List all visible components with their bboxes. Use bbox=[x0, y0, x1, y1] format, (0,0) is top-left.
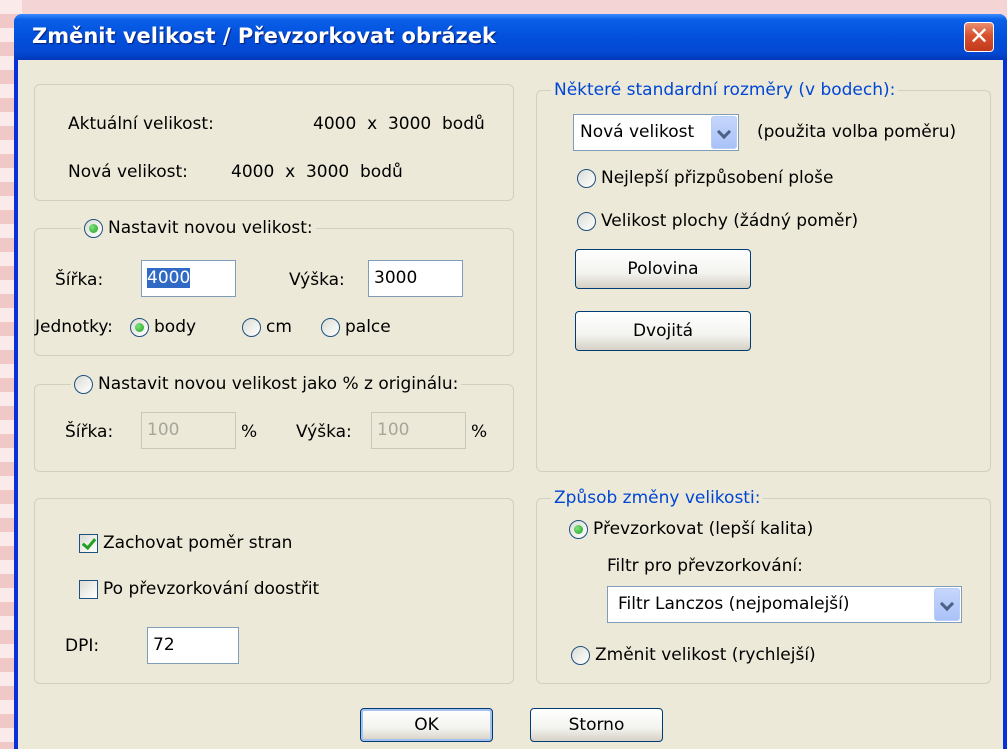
options-group: Zachovat poměr stran Po převzorkování do… bbox=[34, 498, 514, 684]
keep-ratio-checkbox[interactable] bbox=[79, 533, 98, 553]
size-preset-note: (použita volba poměru) bbox=[757, 122, 957, 142]
dialog-client: Aktuální velikost: 4000 x 3000 bodů Nová… bbox=[18, 60, 1003, 749]
resize-fast-radio[interactable] bbox=[571, 645, 590, 665]
unit-cm-radio[interactable] bbox=[242, 317, 261, 337]
resample-label: Převzorkovat (lepší kalita) bbox=[593, 519, 814, 539]
new-size-label: Nová velikost: bbox=[68, 162, 188, 182]
unit-body-radio[interactable] bbox=[130, 317, 149, 337]
keep-ratio-option[interactable]: Zachovat poměr stran bbox=[79, 533, 292, 553]
percent-width-label: Šířka: bbox=[65, 422, 114, 442]
best-fit-option[interactable]: Nejlepší přizpůsobení ploše bbox=[577, 168, 834, 188]
unit-palce-radio[interactable] bbox=[321, 317, 340, 337]
percent-height-label: Výška: bbox=[296, 422, 352, 442]
standard-sizes-legend: Některé standardní rozměry (v bodech): bbox=[551, 80, 899, 100]
width-input[interactable]: 4000 bbox=[141, 260, 236, 297]
percent-height-input[interactable]: 100 bbox=[371, 412, 466, 449]
sharpen-label: Po převzorkování doostřit bbox=[103, 579, 320, 599]
sharpen-checkbox[interactable] bbox=[79, 579, 98, 599]
resize-method-group: Způsob změny velikosti: Převzorkovat (le… bbox=[536, 488, 991, 684]
resize-method-legend: Způsob změny velikosti: bbox=[551, 488, 764, 508]
resize-fast-option[interactable]: Změnit velikost (rychlejší) bbox=[571, 645, 816, 665]
cancel-button[interactable]: Storno bbox=[530, 708, 663, 742]
dpi-label: DPI: bbox=[65, 636, 100, 656]
set-size-group: Nastavit novou velikost: Šířka: 4000 Výš… bbox=[34, 218, 514, 356]
unit-radio-body[interactable]: body bbox=[130, 317, 196, 337]
unit-cm-label: cm bbox=[266, 317, 292, 337]
current-size-value: 4000 x 3000 bodů bbox=[313, 114, 485, 134]
dpi-input[interactable]: 72 bbox=[147, 627, 239, 664]
unit-radio-cm[interactable]: cm bbox=[242, 317, 292, 337]
chevron-down-icon[interactable] bbox=[934, 588, 960, 621]
unit-radio-palce[interactable]: palce bbox=[321, 317, 391, 337]
set-size-radio-label: Nastavit novou velikost: bbox=[108, 218, 313, 238]
set-percent-radio-label: Nastavit novou velikost jako % z originá… bbox=[98, 374, 459, 394]
width-label: Šířka: bbox=[55, 270, 104, 290]
double-button[interactable]: Dvojitá bbox=[575, 311, 751, 351]
size-info-group: Aktuální velikost: 4000 x 3000 bodů Nová… bbox=[34, 84, 514, 201]
screen-size-option[interactable]: Velikost plochy (žádný poměr) bbox=[577, 211, 858, 231]
percent-height-sign: % bbox=[471, 422, 488, 442]
filter-value: Filtr Lanczos (nejpomalejší) bbox=[618, 594, 850, 614]
set-percent-group: Nastavit novou velikost jako % z originá… bbox=[34, 374, 514, 472]
screen-size-label: Velikost plochy (žádný poměr) bbox=[601, 211, 859, 231]
screen-size-radio[interactable] bbox=[577, 211, 596, 231]
unit-palce-label: palce bbox=[345, 317, 391, 337]
dialog-window: Změnit velikost / Převzorkovat obrázek ✕… bbox=[14, 14, 1007, 749]
resample-radio[interactable] bbox=[569, 519, 588, 539]
half-button[interactable]: Polovina bbox=[575, 249, 751, 289]
size-preset-select[interactable]: Nová velikost bbox=[573, 114, 739, 151]
standard-sizes-group: Některé standardní rozměry (v bodech): N… bbox=[536, 80, 991, 472]
keep-ratio-label: Zachovat poměr stran bbox=[103, 533, 293, 553]
size-preset-value: Nová velikost bbox=[580, 122, 695, 142]
filter-label: Filtr pro převzorkování: bbox=[607, 556, 803, 576]
set-size-radio[interactable] bbox=[84, 218, 103, 238]
unit-body-label: body bbox=[154, 317, 197, 337]
resize-fast-label: Změnit velikost (rychlejší) bbox=[595, 645, 816, 665]
new-size-value: 4000 x 3000 bodů bbox=[231, 162, 403, 182]
close-button[interactable]: ✕ bbox=[964, 22, 994, 52]
resample-option[interactable]: Převzorkovat (lepší kalita) bbox=[569, 519, 813, 539]
best-fit-label: Nejlepší přizpůsobení ploše bbox=[601, 168, 834, 188]
set-percent-radio[interactable] bbox=[74, 374, 93, 394]
height-label: Výška: bbox=[289, 270, 345, 290]
current-size-label: Aktuální velikost: bbox=[68, 114, 214, 134]
title-bar[interactable]: Změnit velikost / Převzorkovat obrázek ✕ bbox=[14, 14, 1007, 60]
chevron-down-icon[interactable] bbox=[711, 116, 737, 149]
set-size-legend[interactable]: Nastavit novou velikost: bbox=[81, 218, 316, 238]
units-label: Jednotky: bbox=[35, 317, 113, 337]
height-input[interactable]: 3000 bbox=[368, 260, 463, 297]
set-percent-legend[interactable]: Nastavit novou velikost jako % z originá… bbox=[71, 374, 462, 394]
percent-width-sign: % bbox=[241, 422, 258, 442]
window-title: Změnit velikost / Převzorkovat obrázek bbox=[32, 24, 496, 48]
sharpen-option[interactable]: Po převzorkování doostřit bbox=[79, 579, 319, 599]
filter-select[interactable]: Filtr Lanczos (nejpomalejší) bbox=[607, 586, 962, 623]
close-icon: ✕ bbox=[968, 22, 990, 50]
best-fit-radio[interactable] bbox=[577, 168, 596, 188]
ok-button[interactable]: OK bbox=[360, 708, 493, 742]
width-input-value: 4000 bbox=[147, 268, 191, 288]
percent-width-input[interactable]: 100 bbox=[141, 412, 236, 449]
